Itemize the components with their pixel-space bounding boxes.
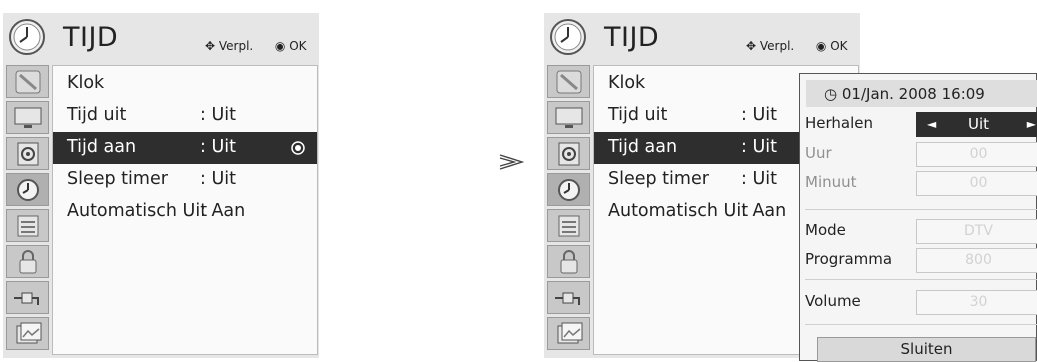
hint-ok-label: OK — [830, 39, 848, 53]
menu-item-label: Sleep timer — [67, 169, 168, 189]
programma-field[interactable]: 800 — [916, 248, 1037, 273]
picture-icon[interactable] — [6, 65, 49, 98]
left-arrow-icon[interactable]: ◄ — [927, 113, 936, 136]
panel-title: TIJD — [604, 22, 660, 53]
mode-field[interactable]: DTV — [916, 219, 1037, 244]
photo-icon[interactable] — [6, 317, 49, 350]
separator — [805, 209, 1037, 210]
herhalen-selector[interactable]: ◄ Uit ► — [916, 112, 1037, 137]
category-icon-bar — [547, 65, 590, 353]
clock-icon — [9, 19, 45, 55]
panel-title: TIJD — [63, 22, 119, 53]
row-uur[interactable]: Uur 00 — [803, 140, 1037, 168]
menu-item-label: Tijd uit — [67, 105, 127, 125]
photo-icon[interactable] — [547, 317, 590, 350]
volume-field[interactable]: 30 — [916, 290, 1037, 315]
category-icon-bar — [6, 65, 49, 353]
nav-hint: ✥ Verpl. ◉ OK — [746, 39, 848, 53]
options-icon[interactable] — [547, 209, 590, 242]
menu-item-sleep-timer[interactable]: Sleep timer : Uit — [53, 164, 317, 196]
row-label: Programma — [805, 250, 893, 268]
double-chevron-right-icon — [499, 154, 525, 170]
clock-small-icon: ◷ — [824, 85, 838, 103]
menu-item-tijd-uit[interactable]: Tijd uit : Uit — [53, 100, 317, 132]
popup-datetime-header: ◷ 01/Jan. 2008 16:09 — [806, 80, 1037, 107]
hint-move-label: Verpl. — [759, 39, 795, 53]
menu-item-label: Automatisch Uit — [608, 201, 749, 221]
ok-dot-icon: ◉ — [815, 39, 827, 53]
lock-icon[interactable] — [547, 245, 590, 278]
tijd-menu-list: Klok Tijd uit : Uit Tijd aan : Uit Sleep… — [52, 65, 318, 355]
separator — [805, 324, 1037, 325]
row-programma[interactable]: Programma 800 — [803, 246, 1037, 274]
hint-ok-label: OK — [289, 39, 307, 53]
uur-field[interactable]: 00 — [916, 142, 1037, 167]
hint-move-label: Verpl. — [218, 39, 254, 53]
clock-icon[interactable] — [547, 173, 590, 206]
ok-dot-icon: ◉ — [274, 39, 286, 53]
menu-item-value: : Uit — [200, 105, 236, 125]
menu-item-value: : Uit — [741, 105, 777, 125]
menu-item-value: : Uit — [200, 137, 236, 157]
row-herhalen[interactable]: Herhalen ◄ Uit ► — [803, 110, 1037, 138]
input-plug-icon[interactable] — [547, 281, 590, 314]
minuut-field[interactable]: 00 — [916, 171, 1037, 196]
menu-item-label: Tijd aan — [67, 137, 137, 157]
tijd-aan-popup: ◷ 01/Jan. 2008 16:09 Herhalen ◄ Uit ► Uu… — [799, 73, 1037, 362]
speaker-icon[interactable] — [6, 137, 49, 170]
row-minuut[interactable]: Minuut 00 — [803, 169, 1037, 197]
menu-item-klok[interactable]: Klok — [53, 68, 317, 100]
menu-item-value: : Uit — [741, 137, 777, 157]
row-volume[interactable]: Volume 30 — [803, 288, 1037, 316]
move-arrows-icon: ✥ — [205, 39, 216, 53]
menu-item-label: Tijd aan — [608, 137, 678, 157]
menu-item-value: : Uit — [200, 169, 236, 189]
menu-item-label: Automatisch Uit — [67, 201, 208, 221]
nav-hint: ✥ Verpl. ◉ OK — [205, 39, 307, 53]
picture-icon[interactable] — [547, 65, 590, 98]
datetime-label: 01/Jan. 2008 16:09 — [841, 85, 985, 103]
panel-header: TIJD ✥ Verpl. ◉ OK — [3, 13, 319, 64]
menu-item-value: : Aan — [200, 201, 246, 221]
row-label: Minuut — [805, 173, 857, 191]
ok-select-icon — [291, 141, 305, 155]
row-mode[interactable]: Mode DTV — [803, 217, 1037, 245]
menu-item-label: Klok — [67, 73, 105, 93]
lock-icon[interactable] — [6, 245, 49, 278]
input-plug-icon[interactable] — [6, 281, 49, 314]
row-label: Volume — [805, 292, 861, 310]
selector-value: Uit — [967, 115, 990, 133]
menu-item-label: Tijd uit — [608, 105, 668, 125]
monitor-icon[interactable] — [547, 101, 590, 134]
right-arrow-icon[interactable]: ► — [1027, 113, 1036, 136]
menu-item-label: Sleep timer — [608, 169, 709, 189]
menu-item-value: : Uit — [741, 169, 777, 189]
row-label: Herhalen — [805, 114, 874, 132]
move-arrows-icon: ✥ — [746, 39, 757, 53]
menu-panel-left: TIJD ✥ Verpl. ◉ OK Klok Tijd uit: Uit T… — [3, 13, 319, 358]
menu-item-automatisch-uit[interactable]: Automatisch Uit : Aan — [53, 196, 317, 228]
separator — [805, 279, 1037, 280]
row-label: Uur — [805, 144, 832, 162]
sluiten-button[interactable]: Sluiten — [817, 337, 1036, 362]
menu-item-value: : Aan — [741, 201, 787, 221]
speaker-icon[interactable] — [547, 137, 590, 170]
menu-item-label: Klok — [608, 73, 646, 93]
row-label: Mode — [805, 221, 846, 239]
clock-icon — [550, 19, 586, 55]
monitor-icon[interactable] — [6, 101, 49, 134]
panel-header: TIJD ✥ Verpl. ◉ OK — [544, 13, 860, 64]
clock-icon[interactable] — [6, 173, 49, 206]
popup-datetime: ◷ 01/Jan. 2008 16:09 — [824, 85, 985, 103]
options-icon[interactable] — [6, 209, 49, 242]
menu-item-tijd-aan[interactable]: Tijd aan : Uit — [53, 132, 317, 164]
